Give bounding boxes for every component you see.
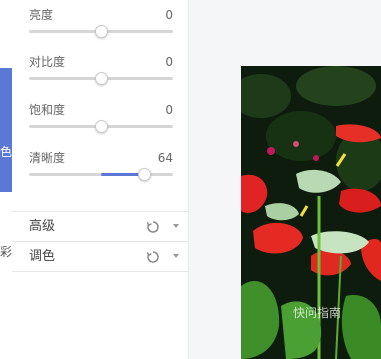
slider-thumb[interactable]: [95, 25, 108, 38]
photo-preview: 快问指南: [241, 66, 381, 359]
slider-label: 清晰度: [29, 151, 66, 165]
section-color[interactable]: 调色: [12, 241, 188, 272]
adjust-panel: 亮度 0 对比度 0 饱和度 0 清晰度 64 高级 调色: [12, 0, 189, 359]
slider-label: 对比度: [29, 55, 66, 69]
slider-contrast[interactable]: 对比度 0: [29, 55, 173, 95]
reset-icon[interactable]: [146, 220, 160, 234]
rail-active-label[interactable]: 色: [0, 146, 12, 158]
slider-thumb[interactable]: [95, 72, 108, 85]
rail-item-label[interactable]: 彩: [0, 246, 12, 258]
slider-label: 亮度: [29, 8, 54, 22]
chevron-down-icon[interactable]: [173, 254, 179, 258]
chevron-down-icon[interactable]: [173, 224, 179, 228]
slider-value: 64: [157, 151, 173, 165]
section-advanced[interactable]: 高级: [12, 211, 188, 241]
slider-value: 0: [165, 8, 173, 22]
slider-label: 饱和度: [29, 103, 66, 117]
slider-sharpness[interactable]: 清晰度 64: [29, 151, 173, 191]
section-label: 调色: [29, 249, 56, 264]
slider-thumb[interactable]: [95, 120, 108, 133]
slider-value: 0: [165, 103, 173, 117]
section-label: 高级: [29, 219, 56, 234]
slider-saturation[interactable]: 饱和度 0: [29, 103, 173, 143]
watermark-text: 快问指南: [293, 306, 342, 320]
slider-thumb[interactable]: [138, 168, 152, 181]
slider-value: 0: [165, 55, 173, 69]
rail-active-item[interactable]: [0, 68, 12, 192]
slider-brightness[interactable]: 亮度 0: [29, 8, 173, 48]
left-rail: 色 彩: [0, 0, 12, 359]
reset-icon[interactable]: [146, 250, 160, 264]
